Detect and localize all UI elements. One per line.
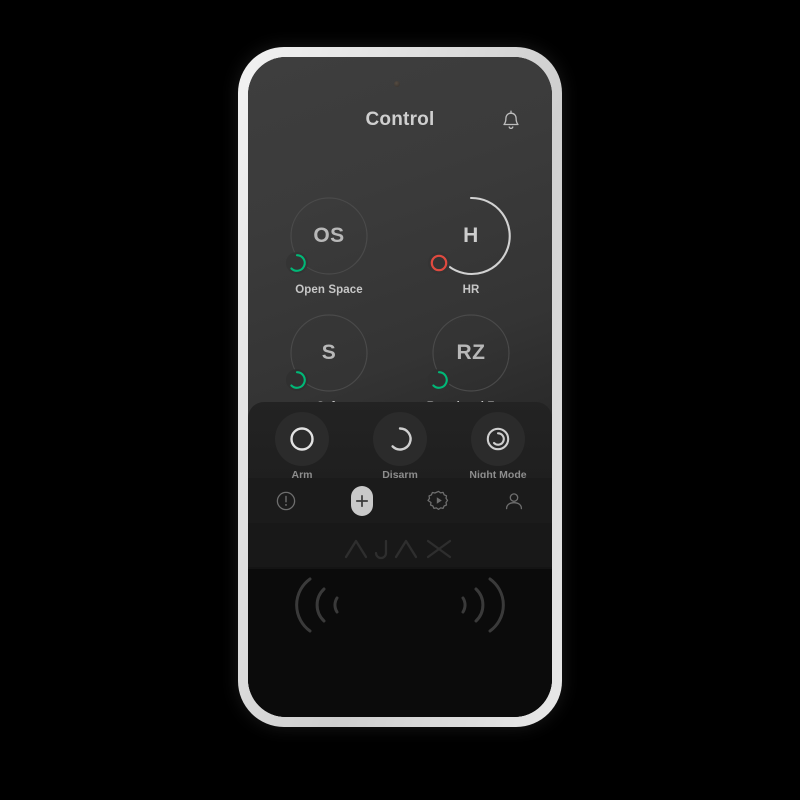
nav-item-scenarios[interactable] bbox=[400, 478, 476, 523]
nav-active-pill[interactable] bbox=[351, 485, 373, 516]
disarmed-arc-icon bbox=[286, 369, 308, 391]
nfc-waves-left-icon bbox=[295, 577, 339, 633]
alarm-circle-icon bbox=[428, 252, 450, 274]
disarmed-arc-icon bbox=[286, 252, 308, 274]
control-night-mode[interactable]: Night Mode bbox=[460, 412, 536, 481]
device-inner-body: Control OS Open Space H HR S RZ Arm Disa… bbox=[248, 57, 552, 717]
ajax-keypad-device: Control OS Open Space H HR S RZ Arm Disa… bbox=[238, 47, 562, 727]
arming-controls-panel: Arm Disarm Night Mode bbox=[248, 402, 552, 481]
screenshot-stage: Control OS Open Space H HR S RZ Arm Disa… bbox=[0, 0, 800, 800]
group-row-2: S Safe bbox=[248, 312, 552, 413]
group-item-open-space[interactable]: OS Open Space bbox=[277, 195, 381, 296]
nav-item-alerts[interactable] bbox=[248, 478, 324, 523]
arm-circle-icon bbox=[290, 427, 314, 451]
group-dial-restricted-zone[interactable]: RZ bbox=[428, 312, 512, 394]
nav-item-add[interactable] bbox=[324, 478, 400, 523]
person-icon bbox=[505, 492, 523, 509]
group-abbr: H bbox=[463, 224, 479, 247]
group-item-safe[interactable]: S Safe bbox=[277, 312, 381, 413]
group-item-hr[interactable]: H HR bbox=[419, 195, 523, 296]
group-row-1: OS Open Space H HR bbox=[248, 195, 552, 296]
arm-button[interactable] bbox=[275, 412, 329, 466]
disarm-arc-icon bbox=[391, 427, 412, 451]
group-item-restricted-zone[interactable]: RZ Restricted Zone bbox=[419, 312, 523, 413]
group-dial-hr[interactable]: H bbox=[428, 195, 512, 277]
plus-icon bbox=[355, 494, 369, 507]
bottom-nav bbox=[248, 478, 552, 523]
disarmed-arc-icon bbox=[428, 369, 450, 391]
group-abbr: OS bbox=[313, 224, 345, 247]
arming-controls-row: Arm Disarm Night Mode bbox=[248, 402, 552, 481]
ajax-wordmark bbox=[248, 537, 552, 568]
night-mode-icon bbox=[486, 427, 510, 451]
group-dial-safe[interactable]: S bbox=[286, 312, 370, 394]
group-label: Open Space bbox=[295, 284, 363, 296]
nav-item-profile[interactable] bbox=[476, 478, 552, 523]
group-grid: OS Open Space H HR S RZ bbox=[248, 195, 552, 413]
disarm-button[interactable] bbox=[373, 412, 427, 466]
device-lower-body bbox=[248, 523, 552, 717]
exclamation-circle-icon bbox=[276, 491, 296, 510]
touchscreen[interactable]: Control OS Open Space H HR S RZ Arm Disa… bbox=[248, 57, 552, 523]
screen-header: Control bbox=[248, 107, 552, 141]
control-disarm[interactable]: Disarm bbox=[362, 412, 438, 481]
gear-play-icon bbox=[426, 490, 448, 511]
group-abbr: RZ bbox=[456, 341, 486, 364]
group-dial-open-space[interactable]: OS bbox=[286, 195, 370, 277]
control-arm[interactable]: Arm bbox=[264, 412, 340, 481]
nfc-waves-right-icon bbox=[461, 577, 505, 633]
night-mode-button[interactable] bbox=[471, 412, 525, 466]
proximity-sensor-dot bbox=[394, 81, 400, 87]
group-abbr: S bbox=[321, 341, 337, 364]
bell-icon[interactable] bbox=[500, 109, 522, 133]
group-label: HR bbox=[462, 284, 480, 296]
